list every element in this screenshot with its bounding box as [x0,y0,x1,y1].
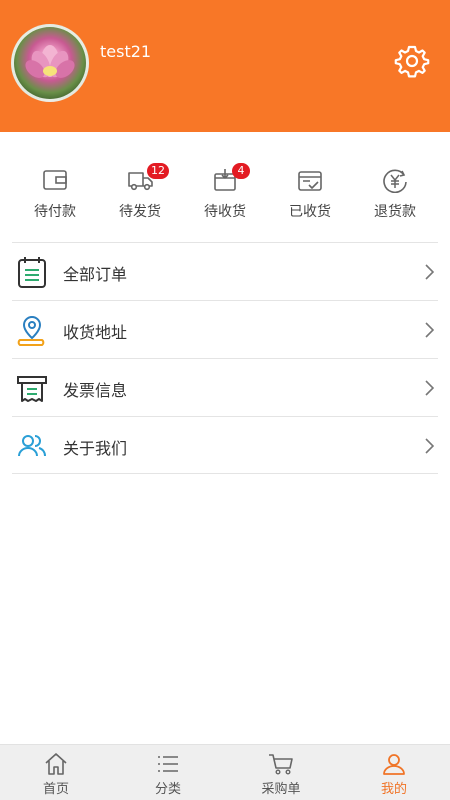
order-label: 已收货 [289,204,331,220]
refund-icon [380,167,410,194]
tab-label: 采购单 [261,782,301,797]
order-pending-payment[interactable]: 待付款 [15,167,95,221]
menu-label: 全部订单 [63,265,128,284]
menu-item-address[interactable]: 收货地址 [12,300,438,358]
order-label: 待发货 [119,204,161,220]
tab-label: 分类 [154,782,181,797]
order-label: 退货款 [374,204,416,220]
order-list-icon [16,256,48,288]
tab-label: 我的 [380,782,407,797]
menu-item-about[interactable]: 关于我们 [12,416,438,474]
order-status-bar: 待付款 12 待发货 4 待收货 已收货 退货款 [0,132,450,242]
menu-item-invoice[interactable]: 发票信息 [12,358,438,416]
menu-label: 发票信息 [63,381,128,400]
order-label: 待收货 [204,204,246,220]
chevron-right-icon [425,380,434,396]
tab-category[interactable]: 分类 [112,745,224,800]
invoice-icon [16,372,48,404]
people-icon [16,430,48,462]
menu-list: 全部订单 收货地址 发票信息 关于我们 [12,242,438,474]
tab-label: 首页 [42,782,69,797]
chevron-right-icon [425,438,434,454]
order-refund[interactable]: 退货款 [355,167,435,221]
username: test21 [100,42,152,61]
tab-mine[interactable]: 我的 [338,745,450,800]
bottom-tab-bar: 首页 分类 采购单 我的 [0,744,450,800]
chevron-right-icon [425,264,434,280]
menu-item-all-orders[interactable]: 全部订单 [12,242,438,300]
order-label: 待付款 [34,204,76,220]
gear-icon[interactable] [394,43,430,79]
tab-purchase-order[interactable]: 采购单 [225,745,337,800]
order-pending-receipt[interactable]: 4 待收货 [185,163,265,221]
menu-label: 关于我们 [63,439,128,458]
box-icon: 4 [210,163,250,193]
order-pending-shipment[interactable]: 12 待发货 [100,163,180,221]
menu-label: 收货地址 [63,323,128,342]
category-icon [158,756,178,772]
chevron-right-icon [425,322,434,338]
receipt-count-badge: 4 [232,163,250,179]
wallet-icon [40,167,70,193]
cart-icon [269,754,293,775]
home-icon [45,753,67,775]
order-received[interactable]: 已收货 [270,167,350,221]
truck-icon: 12 [125,163,169,193]
avatar[interactable] [11,24,89,102]
shipment-count-badge: 12 [147,163,169,179]
profile-header: test21 [0,0,450,132]
received-icon [295,167,325,193]
user-icon [383,754,405,775]
location-icon [16,314,48,346]
tab-home[interactable]: 首页 [0,745,112,800]
